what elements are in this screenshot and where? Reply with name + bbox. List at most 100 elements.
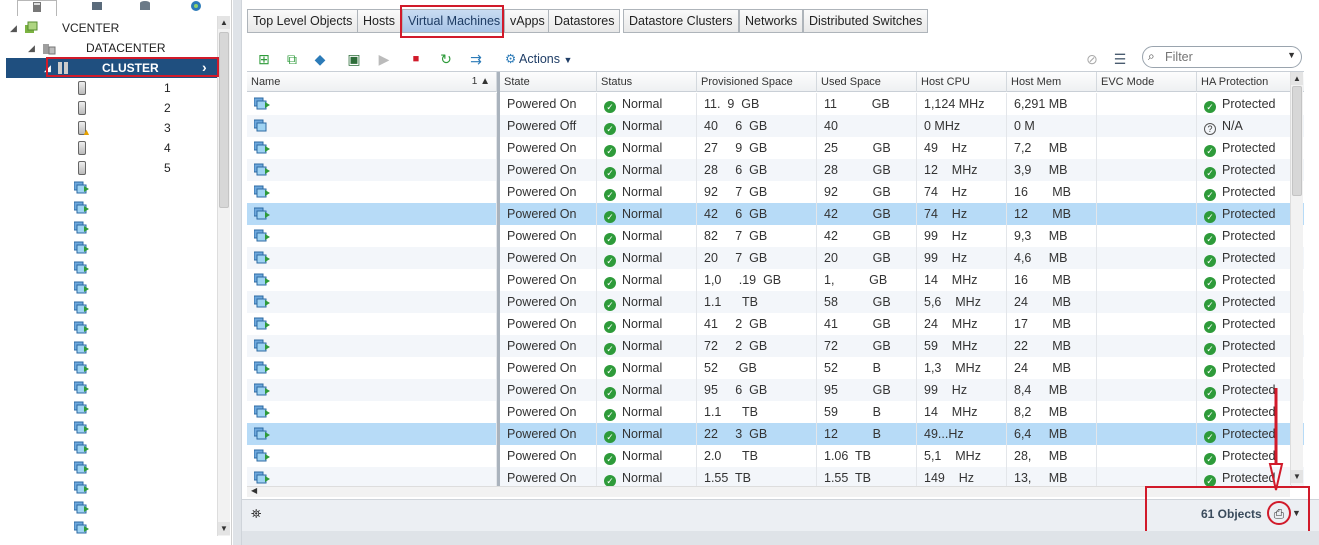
tree-item-vcenter[interactable]: ◢ VCENTER [0, 18, 218, 38]
column-header-ha-protection[interactable]: HA Protection [1197, 72, 1292, 92]
tree-item-host[interactable]: 1 [0, 78, 218, 98]
tab-vapps[interactable]: vApps [504, 9, 551, 33]
tree-item-vm[interactable] [0, 238, 218, 258]
tree-item-vm[interactable] [0, 258, 218, 278]
table-row[interactable]: Powered On ✓ Normal 1,0 .19 GB 1, GB 14 MHz 16… [247, 269, 1304, 291]
column-header-used-space[interactable]: Used Space [817, 72, 917, 92]
tree-item-vm[interactable] [0, 418, 218, 438]
tree-item-vm[interactable] [0, 218, 218, 238]
table-row[interactable]: Powered On ✓ Normal 41 2 GB 41 GB 24 MHz 17 MB… [247, 313, 1304, 335]
tree-item-vm[interactable] [0, 338, 218, 358]
table-row[interactable]: Powered On ✓ Normal 27 9 GB 25 GB 49 Hz 7,2 MB… [247, 137, 1304, 159]
table-row[interactable]: Powered On ✓ Normal 28 6 GB 28 GB 12 MHz 3,9 M… [247, 159, 1304, 181]
tree-item-vm[interactable] [0, 458, 218, 478]
vm-powered-on-icon [253, 361, 270, 374]
expand-arrow-icon[interactable]: ◢ [44, 63, 51, 74]
table-row[interactable]: Powered On ✓ Normal 52 GB 52 B 1,3 MHz 24 MB ✓ P… [247, 357, 1304, 379]
tab-distributed-switches[interactable]: Distributed Switches [803, 9, 929, 33]
tab-virtual-machines[interactable]: Virtual Machines [402, 9, 507, 33]
cell-evc-mode [1097, 203, 1197, 225]
grid-vertical-scrollbar[interactable]: ▲ ▼ [1290, 72, 1303, 485]
table-row[interactable]: Powered On ✓ Normal 42 6 GB 42 GB 74 Hz 12 MB ✓… [247, 203, 1304, 225]
table-row[interactable]: Powered On ✓ Normal 2.0 TB 1.06 TB 5,1 MHz 28,… [247, 445, 1304, 467]
tree-item-vm[interactable] [0, 378, 218, 398]
vms-templates-tab[interactable] [77, 0, 117, 14]
table-row[interactable]: Powered On ✓ Normal 1.55 TB 1.55 TB 149 Hz 13,… [247, 467, 1304, 487]
tab-hosts[interactable]: Hosts [357, 9, 401, 33]
chevron-down-icon[interactable]: ▼ [1287, 50, 1296, 60]
panel-splitter[interactable] [233, 0, 241, 545]
sort-ascending-icon: 1 ▲ [471, 76, 490, 87]
scroll-up-button[interactable]: ▲ [1291, 72, 1303, 85]
scrollbar-thumb[interactable] [219, 32, 229, 208]
tab-datastores[interactable]: Datastores [548, 9, 621, 33]
table-row[interactable]: Powered On ✓ Normal 95 6 GB 95 GB 99 Hz 8,4 MB… [247, 379, 1304, 401]
tree-item-vm[interactable] [0, 178, 218, 198]
chevron-down-icon[interactable]: ▼ [1292, 508, 1301, 518]
expand-arrow-icon[interactable]: ◢ [10, 23, 17, 34]
tree-item-vm[interactable] [0, 478, 218, 498]
table-row[interactable]: Powered On ✓ Normal 82 7 GB 42 GB 99 Hz 9,3 MB… [247, 225, 1304, 247]
tree-item-vm[interactable] [0, 518, 218, 538]
table-row[interactable]: Powered On ✓ Normal 11. 9 GB 11 GB 1,124 MHz 6… [247, 93, 1304, 115]
tree-item-host[interactable]: 2 [0, 98, 218, 118]
tree-item-host[interactable]: 4 [0, 138, 218, 158]
column-header-status[interactable]: Status [597, 72, 697, 92]
scroll-up-button[interactable]: ▲ [218, 16, 230, 29]
expand-arrow-icon[interactable]: ◢ [28, 43, 35, 54]
networking-tab[interactable] [176, 0, 216, 14]
tree-item-vm[interactable] [0, 298, 218, 318]
table-row[interactable]: Powered On ✓ Normal 72 2 GB 72 GB 59 MHz 22 MB… [247, 335, 1304, 357]
deploy-ovf-icon[interactable]: ◆ [311, 50, 329, 68]
open-console-icon[interactable]: ▣ [345, 50, 363, 68]
column-chooser-icon[interactable]: ☰ [1111, 50, 1129, 68]
chevron-right-icon[interactable]: › [202, 59, 207, 75]
tab-top-level-objects[interactable]: Top Level Objects [247, 9, 359, 33]
power-on-icon[interactable]: ▶ [375, 50, 393, 68]
column-header-name[interactable]: Name 1 ▲ [247, 72, 497, 92]
tree-item-datacenter[interactable]: ◢ DATACENTER [0, 38, 218, 58]
tree-item-vm[interactable] [0, 498, 218, 518]
storage-tab[interactable] [125, 0, 165, 14]
tree-item-cluster[interactable]: ◢ CLUSTER › [6, 58, 218, 78]
navigator-scrollbar[interactable]: ▲ ▼ [217, 16, 230, 536]
reset-icon[interactable]: ↻ [437, 50, 455, 68]
table-row[interactable]: Powered On ✓ Normal 92 7 GB 92 GB 74 Hz 16 MB ✓… [247, 181, 1304, 203]
migrate-icon[interactable]: ⇉ [467, 50, 485, 68]
binoculars-icon[interactable]: ⛯ [251, 506, 261, 522]
scroll-down-button[interactable]: ▼ [218, 522, 230, 535]
table-row[interactable]: Powered On ✓ Normal 1.1 TB 58 GB 5,6 MHz 24 MB… [247, 291, 1304, 313]
tree-item-vm[interactable] [0, 318, 218, 338]
grid-horizontal-scrollbar[interactable]: ◀ [247, 486, 1290, 497]
tree-item-host[interactable]: ▲ 3 [0, 118, 218, 138]
scroll-down-button[interactable]: ▼ [1291, 470, 1303, 483]
table-row[interactable]: Powered On ✓ Normal 20 7 GB 20 GB 99 Hz 4,6 MB… [247, 247, 1304, 269]
scroll-left-icon[interactable]: ◀ [251, 486, 257, 495]
column-header-host-cpu[interactable]: Host CPU [917, 72, 1007, 92]
clear-filter-icon[interactable]: ⊘ [1083, 50, 1101, 68]
tree-item-vm[interactable] [0, 278, 218, 298]
power-off-icon[interactable]: ■ [407, 50, 425, 68]
clone-vm-icon[interactable]: ⧉ [283, 50, 301, 68]
table-row[interactable]: Powered On ✓ Normal 1.1 TB 59 B 14 MHz 8,2 MB ✓… [247, 401, 1304, 423]
tree-item-vm[interactable] [0, 358, 218, 378]
tree-item-host[interactable]: 5 [0, 158, 218, 178]
column-header-evc-mode[interactable]: EVC Mode [1097, 72, 1197, 92]
column-header-host-mem[interactable]: Host Mem [1007, 72, 1097, 92]
filter-box[interactable]: ⌕ ▼ [1142, 46, 1302, 68]
tree-item-vm[interactable] [0, 398, 218, 418]
actions-menu-button[interactable]: ⚙ Actions ▼ [505, 50, 572, 68]
table-row[interactable]: Powered On ✓ Normal 22 3 GB 12 B 49...Hz 6,4 M… [247, 423, 1304, 445]
column-header-provisioned-space[interactable]: Provisioned Space [697, 72, 817, 92]
filter-input[interactable] [1163, 49, 1281, 65]
tree-item-vm[interactable] [0, 438, 218, 458]
tab-datastore-clusters[interactable]: Datastore Clusters [623, 9, 739, 33]
table-row[interactable]: Powered Off ✓ Normal 40 6 GB 40 0 MHz 0 M ? N/A [247, 115, 1304, 137]
tab-networks[interactable]: Networks [739, 9, 804, 33]
scrollbar-thumb[interactable] [1292, 86, 1302, 196]
new-vm-icon[interactable]: ⊞ [255, 50, 273, 68]
tree-item-vm[interactable] [0, 198, 218, 218]
frozen-column-divider[interactable] [497, 72, 500, 487]
column-header-state[interactable]: State [500, 72, 597, 92]
hosts-clusters-tab[interactable] [17, 0, 57, 16]
